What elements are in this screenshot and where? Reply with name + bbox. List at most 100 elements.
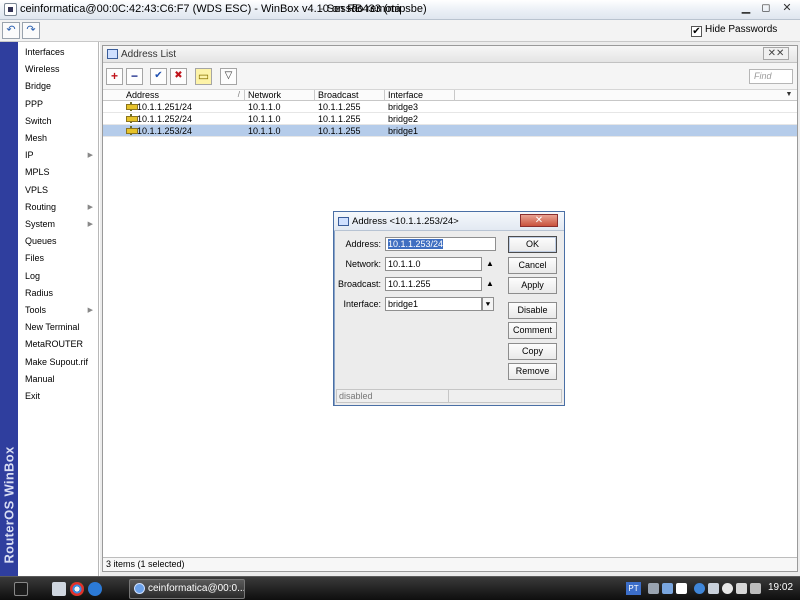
tray-monitor-icon[interactable] (708, 583, 719, 594)
undo-button[interactable]: ↶ (2, 22, 20, 39)
ok-button[interactable]: OK (508, 236, 557, 253)
cell-address: 10.1.1.251/24 (123, 101, 192, 113)
sidebar-item-tools[interactable]: Tools ▶ (18, 302, 99, 319)
sidebar-item-exit[interactable]: Exit (18, 388, 99, 405)
restore-button[interactable]: ◻ (756, 1, 776, 17)
sidebar-item-make-supout-rif[interactable]: Make Supout.rif (18, 354, 99, 371)
main-menu-sidebar: Interfaces Wireless Bridge PPP Switch Mesh IP ▶… (18, 42, 99, 576)
sidebar-item-system[interactable]: System ▶ (18, 216, 99, 233)
dialog-titlebar[interactable]: Address <10.1.1.253/24> ✕ (334, 212, 564, 231)
sidebar-item-ip[interactable]: IP ▶ (18, 147, 99, 164)
close-window-button[interactable]: ✕ (777, 1, 797, 17)
cancel-button[interactable]: Cancel (508, 257, 557, 274)
dialog-close-button[interactable]: ✕ (520, 214, 558, 227)
taskbar-clock: 19:02 (768, 582, 794, 593)
address-list-close-button[interactable]: ✕✕ (763, 47, 789, 60)
routeros-winbox-band: RouterOS WinBox (0, 42, 18, 576)
tray-keyboard-icon[interactable] (648, 583, 659, 594)
os-taskbar: ceinformatica@00:0... PT 19:02 (0, 576, 800, 600)
hide-passwords-label: Hide Passwords (705, 24, 778, 35)
tray-shield-icon[interactable] (722, 583, 733, 594)
column-header-address[interactable]: Address / (123, 90, 245, 101)
tray-volume-icon[interactable] (750, 583, 761, 594)
column-menu-chevron-down-icon[interactable]: ▼ (783, 90, 795, 101)
sidebar-item-label: Wireless (25, 64, 60, 75)
sidebar-item-new-terminal[interactable]: New Terminal (18, 319, 99, 336)
remove-button[interactable]: Remove (508, 363, 557, 380)
filter-funnel-icon[interactable]: ▽ (220, 68, 237, 85)
sidebar-item-label: Interfaces (25, 47, 65, 57)
sidebar-item-label: Files (25, 253, 45, 264)
language-indicator[interactable]: PT (626, 582, 641, 595)
table-row[interactable]: 10.1.1.252/24 10.1.1.0 10.1.1.255 bridge2 (103, 113, 797, 125)
column-header-network[interactable]: Network (245, 90, 315, 101)
column-header-broadcast[interactable]: Broadcast (315, 90, 385, 101)
sidebar-item-manual[interactable]: Manual (18, 371, 99, 388)
hide-passwords-toggle[interactable]: ✔ Hide Passwords (691, 24, 777, 37)
table-header: Address / Network Broadcast Interface ▼ (103, 89, 797, 101)
apply-button[interactable]: Apply (508, 277, 557, 294)
sidebar-item-switch[interactable]: Switch (18, 113, 99, 130)
main-toolbar: ↶ ↷ ✔ Hide Passwords (0, 20, 800, 42)
winbox-task-icon (134, 583, 145, 594)
sidebar-item-files[interactable]: Files (18, 250, 99, 267)
address-list-title: Address List (121, 49, 177, 60)
start-penguin-icon[interactable] (14, 582, 28, 596)
remove-icon[interactable]: − (126, 68, 143, 85)
network-field[interactable]: 10.1.1.0 (385, 257, 482, 271)
sidebar-item-queues[interactable]: Queues (18, 233, 99, 250)
sidebar-item-log[interactable]: Log (18, 268, 99, 285)
cell-interface: bridge1 (385, 125, 418, 137)
tray-bluetooth-icon[interactable] (694, 583, 705, 594)
address-list-toolbar: + − ✔ ✖ ▭ ▽ Find (103, 63, 797, 89)
broadcast-up-arrow-icon[interactable]: ▲ (484, 277, 496, 291)
internet-explorer-icon[interactable] (88, 582, 102, 596)
disable-x-icon[interactable]: ✖ (170, 68, 187, 85)
table-row[interactable]: 10.1.1.253/24 10.1.1.0 10.1.1.255 bridge1 (103, 125, 797, 137)
sidebar-item-routing[interactable]: Routing ▶ (18, 199, 99, 216)
copy-button[interactable]: Copy (508, 343, 557, 360)
address-list-titlebar[interactable]: Address List ✕✕ (103, 46, 797, 63)
sidebar-item-mesh[interactable]: Mesh (18, 130, 99, 147)
column-header-interface[interactable]: Interface (385, 90, 455, 101)
taskbar-winbox-button[interactable]: ceinformatica@00:0... (129, 579, 245, 599)
broadcast-field[interactable]: 10.1.1.255 (385, 277, 482, 291)
address-field[interactable]: 10.1.1.253/24 (385, 237, 496, 251)
sidebar-item-wireless[interactable]: Wireless (18, 61, 99, 78)
remote-session-label: - Sessão remota (320, 3, 401, 15)
show-desktop-icon[interactable] (52, 582, 66, 596)
sidebar-item-metarouter[interactable]: MetaROUTER (18, 336, 99, 353)
minimize-button[interactable]: ▁ (736, 1, 756, 17)
cell-interface: bridge2 (385, 113, 418, 125)
interface-dropdown-arrow-icon[interactable]: ⯆ (482, 297, 494, 311)
interface-select[interactable]: bridge1 (385, 297, 482, 311)
sidebar-item-label: PPP (25, 98, 44, 109)
hide-passwords-checkbox[interactable]: ✔ (691, 26, 702, 37)
cell-address: 10.1.1.253/24 (123, 125, 192, 137)
tray-usb-icon[interactable] (736, 583, 747, 594)
address-field-value: 10.1.1.253/24 (388, 239, 444, 249)
sidebar-item-mpls[interactable]: MPLS (18, 164, 99, 181)
tray-network-icon[interactable] (662, 583, 673, 594)
sidebar-item-radius[interactable]: Radius (18, 285, 99, 302)
sidebar-item-ppp[interactable]: PPP (18, 96, 99, 113)
enable-check-icon[interactable]: ✔ (150, 68, 167, 85)
table-row[interactable]: 10.1.1.251/24 10.1.1.0 10.1.1.255 bridge3 (103, 101, 797, 113)
add-icon[interactable]: + (106, 68, 123, 85)
address-edit-dialog: Address <10.1.1.253/24> ✕ Address: 10.1.… (333, 211, 565, 406)
network-up-arrow-icon[interactable]: ▲ (484, 257, 496, 271)
redo-button[interactable]: ↷ (22, 22, 40, 39)
tray-window-icon[interactable] (676, 583, 687, 594)
sidebar-item-vpls[interactable]: VPLS (18, 182, 99, 199)
sidebar-item-interfaces[interactable]: Interfaces (18, 44, 99, 61)
sidebar-item-bridge[interactable]: Bridge (18, 78, 99, 95)
find-input[interactable]: Find (749, 69, 793, 84)
cell-network-text: 10.1.1.0 (248, 126, 281, 136)
comment-note-icon[interactable]: ▭ (195, 68, 212, 85)
cell-network: 10.1.1.0 (245, 101, 281, 113)
window-titlebar[interactable]: ceinformatica@00:0C:42:43:C6:F7 (WDS ESC… (0, 0, 800, 20)
disable-button[interactable]: Disable (508, 302, 557, 319)
comment-button[interactable]: Comment (508, 322, 557, 339)
chrome-browser-icon[interactable] (70, 582, 84, 596)
taskbar-winbox-label: ceinformatica@00:0... (148, 583, 245, 594)
